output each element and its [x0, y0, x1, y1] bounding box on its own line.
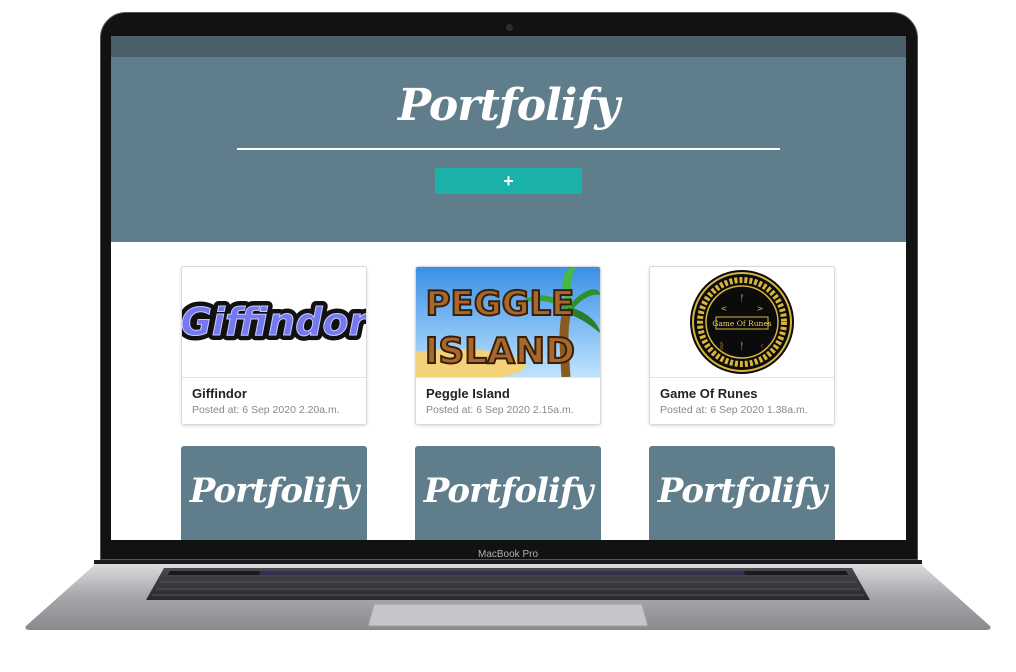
project-title[interactable]: Peggle Island	[426, 386, 510, 401]
project-card-placeholder[interactable]: Portfolify	[415, 446, 601, 540]
svg-text:>: >	[757, 304, 764, 313]
svg-text:Giffindor: Giffindor	[182, 300, 366, 344]
project-title[interactable]: Game Of Runes	[660, 386, 758, 401]
app-logo: Portfolify	[398, 80, 620, 131]
camera-icon	[506, 24, 513, 31]
project-card-placeholder[interactable]: Portfolify	[181, 446, 367, 540]
svg-text:ᚲ: ᚲ	[759, 342, 764, 352]
laptop-base	[25, 560, 991, 630]
project-date: Posted at: 6 Sep 2020 2.20a.m.	[192, 404, 340, 416]
svg-text:ᚱ: ᚱ	[719, 341, 724, 352]
placeholder-logo: Portfolify	[423, 471, 593, 511]
app-screen: Portfolify + Giffindor Giffindor Giffind…	[111, 36, 906, 540]
placeholder-logo: Portfolify	[657, 471, 827, 511]
project-title[interactable]: Giffindor	[192, 386, 247, 401]
header-divider	[237, 148, 780, 150]
project-card-peggle-island[interactable]: PEGGLE ISLAND Peggle Island Posted at: 6…	[415, 266, 601, 425]
project-card-placeholder[interactable]: Portfolify	[649, 446, 835, 540]
project-card-giffindor[interactable]: Giffindor Giffindor Giffindor Posted at:…	[181, 266, 367, 425]
project-thumbnail-game-of-runes: Game Of Runes ᚠ ᚱ ᚨ ᚲ < >	[650, 267, 834, 378]
svg-text:ᚨ: ᚨ	[739, 341, 744, 352]
svg-text:ISLAND: ISLAND	[425, 331, 575, 372]
project-thumbnail-giffindor: Giffindor Giffindor	[182, 267, 366, 378]
placeholder-logo: Portfolify	[189, 471, 359, 511]
device-label: MacBook Pro	[477, 549, 539, 560]
project-card-game-of-runes[interactable]: Game Of Runes ᚠ ᚱ ᚨ ᚲ < > Game Of Runes …	[649, 266, 835, 425]
svg-text:<: <	[721, 304, 728, 313]
project-thumbnail-peggle-island: PEGGLE ISLAND	[416, 267, 600, 378]
add-project-button[interactable]: +	[435, 168, 582, 194]
svg-text:Game Of Runes: Game Of Runes	[712, 319, 771, 328]
svg-text:PEGGLE: PEGGLE	[426, 284, 575, 324]
svg-text:ᚠ: ᚠ	[739, 293, 744, 304]
browser-top-bar	[111, 36, 906, 57]
project-date: Posted at: 6 Sep 2020 2.15a.m.	[426, 404, 574, 416]
project-date: Posted at: 6 Sep 2020 1.38a.m.	[660, 404, 808, 416]
